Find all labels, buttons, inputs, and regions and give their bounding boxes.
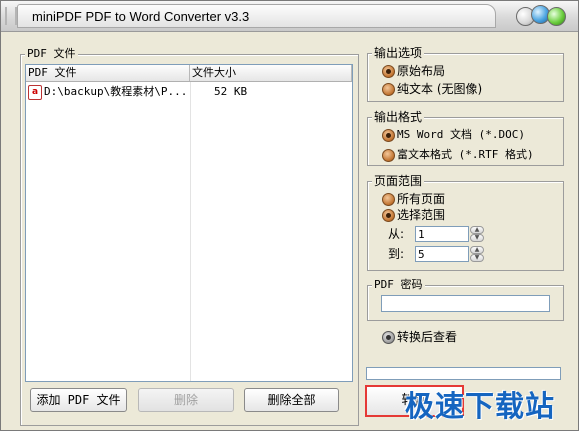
drag-grip-icon[interactable]	[5, 7, 17, 25]
progress-bar	[366, 367, 561, 380]
column-header-file[interactable]: PDF 文件	[26, 65, 190, 81]
radio-icon	[382, 193, 395, 206]
spin-up-icon[interactable]: ▲	[470, 246, 484, 254]
title-tab: miniPDF PDF to Word Converter v3.3	[17, 4, 496, 28]
to-label: 到:	[388, 247, 405, 261]
app-window: miniPDF PDF to Word Converter v3.3 PDF 文…	[0, 0, 579, 431]
pdf-files-group-label: PDF 文件	[25, 47, 78, 61]
from-label: 从:	[388, 227, 405, 241]
file-size-cell: 52 KB	[214, 85, 248, 98]
from-page-input[interactable]: 1	[415, 226, 469, 242]
password-input[interactable]	[381, 295, 550, 312]
radio-selected-icon	[382, 129, 395, 142]
checkbox-icon	[382, 331, 395, 344]
page-range-label: 页面范围	[372, 174, 425, 188]
output-options-label: 输出选项	[372, 46, 425, 60]
output-format-label: 输出格式	[372, 110, 425, 124]
table-row[interactable]: a D:\backup\教程素材\P... 52 KB	[26, 83, 352, 101]
column-header-size[interactable]: 文件大小	[190, 65, 352, 81]
file-name-cell: D:\backup\教程素材\P...	[44, 85, 188, 98]
delete-all-button[interactable]: 删除全部	[244, 388, 339, 412]
radio-selected-icon	[382, 65, 395, 78]
watermark-logo: 极速下载站	[405, 389, 556, 423]
file-list[interactable]: PDF 文件 文件大小 a D:\backup\教程素材\P... 52 KB	[25, 64, 353, 382]
spin-down-icon[interactable]: ▼	[470, 254, 484, 262]
password-label: PDF 密码	[372, 278, 425, 292]
radio-icon	[382, 149, 395, 162]
to-page-stepper[interactable]: ▲ ▼	[470, 246, 484, 262]
to-page-input[interactable]: 5	[415, 246, 469, 262]
spin-down-icon[interactable]: ▼	[470, 234, 484, 242]
window-title: miniPDF PDF to Word Converter v3.3	[32, 9, 250, 24]
add-pdf-button[interactable]: 添加 PDF 文件	[30, 388, 127, 412]
from-page-stepper[interactable]: ▲ ▼	[470, 226, 484, 242]
pdf-file-icon: a	[28, 85, 42, 100]
spin-up-icon[interactable]: ▲	[470, 226, 484, 234]
file-list-header: PDF 文件 文件大小	[26, 65, 352, 82]
title-bar[interactable]: miniPDF PDF to Word Converter v3.3	[1, 1, 578, 32]
delete-button[interactable]: 删除	[138, 388, 234, 412]
close-button[interactable]	[547, 7, 566, 26]
radio-selected-icon	[382, 209, 395, 222]
column-divider	[190, 82, 191, 381]
radio-icon	[382, 83, 395, 96]
